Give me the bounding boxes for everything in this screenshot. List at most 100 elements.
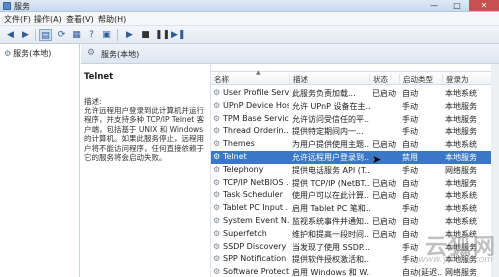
- gear-icon: ⚙: [4, 49, 12, 58]
- tree-node-services-local[interactable]: ⚙ 服务(本地): [4, 48, 51, 59]
- menu-action[interactable]: 操作(A): [34, 14, 62, 25]
- service-name-cell: System Event N...: [223, 216, 289, 225]
- gear-icon: ⚙: [213, 126, 221, 136]
- table-row[interactable]: ⚙ Task Scheduler 使用户可以在此计算... 已启动 自动 本地系统: [211, 189, 499, 202]
- title-bar: 服务 — □ ✕: [0, 0, 499, 12]
- minimize-button[interactable]: —: [423, 0, 445, 11]
- gear-icon: ⚙: [213, 164, 221, 174]
- close-button[interactable]: ✕: [469, 0, 499, 11]
- start-service-icon[interactable]: ▶: [123, 29, 136, 41]
- console-tree: ⚙ 服务(本地): [0, 44, 80, 277]
- gear-icon: ⚙: [213, 177, 221, 187]
- service-status-cell: 已启动: [372, 89, 396, 98]
- service-name-cell: UPnP Device Host: [223, 100, 289, 110]
- service-startup-cell: 自动: [402, 89, 418, 98]
- service-startup-cell: 手动: [402, 114, 418, 124]
- service-name-cell: Superfetch: [223, 228, 267, 238]
- service-startup-cell: 自动: [402, 178, 418, 188]
- service-name-cell: Thread Orderin...: [223, 126, 289, 136]
- service-name-cell: Software Protect...: [223, 267, 289, 277]
- gear-icon: ⚙: [213, 113, 221, 123]
- service-startup-cell: 自动: [402, 191, 418, 201]
- service-description-cell: 允许 UPnP 设备在主...: [292, 101, 370, 111]
- service-status-cell: 已启动: [372, 217, 396, 226]
- service-description-cell: 为用户提供使用主题...: [292, 140, 370, 150]
- table-row[interactable]: ⚙ UPnP Device Host 允许 UPnP 设备在主... 手动 本地服务: [211, 100, 499, 113]
- gear-icon: ⚙: [213, 203, 221, 213]
- services-app-icon: [3, 2, 11, 10]
- service-description-cell: 当发现了使用 SSDP...: [292, 242, 370, 252]
- table-row[interactable]: ⚙ Telephony 提供电话服务 API (T... 手动 网络服务: [211, 164, 499, 177]
- service-status-cell: 已启动: [372, 140, 396, 150]
- table-row[interactable]: ⚙ System Event N... 监视系统事件并通知... 已启动 自动 本地系统: [211, 215, 499, 228]
- column-header-status[interactable]: 状态: [369, 74, 399, 84]
- gear-icon: ⚙: [213, 100, 221, 110]
- service-name-cell: Telnet: [223, 152, 247, 161]
- service-description-cell: 提供 TCP/IP (NetBT...: [292, 178, 370, 188]
- pause-service-icon[interactable]: ❚❚: [155, 29, 170, 41]
- service-name-cell: Telephony: [223, 164, 264, 174]
- table-row[interactable]: ⚙ Telnet 允许远程用户登录到... 禁用 本地服务: [211, 151, 499, 164]
- menu-file[interactable]: 文件(F): [4, 14, 31, 25]
- service-name-cell: TCP/IP NetBIOS ...: [223, 177, 289, 187]
- stop-service-icon[interactable]: ■: [139, 29, 152, 41]
- refresh-icon[interactable]: ⟳: [55, 29, 68, 41]
- gear-icon: ⚙: [213, 267, 221, 277]
- help-icon[interactable]: ?: [85, 29, 98, 41]
- service-startup-cell: 手动: [402, 165, 418, 175]
- gear-icon: ⚙: [213, 190, 221, 200]
- list-header: 名称 ▲ 描述 状态 启动类型 登录为: [211, 69, 499, 85]
- toolbar-separator: [117, 29, 118, 41]
- table-row[interactable]: ⚙ Thread Orderin... 提供特定期间内一... 手动 本地服务: [211, 125, 499, 138]
- column-header-description[interactable]: 描述: [289, 74, 369, 84]
- menu-help[interactable]: 帮助(H): [98, 14, 126, 25]
- menu-bar: 文件(F) 操作(A) 查看(V) 帮助(H): [0, 12, 499, 26]
- service-startup-cell: 自动: [402, 140, 418, 150]
- gear-icon: ⚙: [213, 139, 221, 149]
- service-name-cell: Tablet PC Input ...: [223, 203, 289, 213]
- column-header-startup-type[interactable]: 启动类型: [399, 74, 442, 84]
- service-startup-cell: 手动: [402, 101, 418, 111]
- service-name-cell: TPM Base Servic...: [223, 113, 289, 123]
- service-name-cell: SPP Notification ...: [223, 254, 289, 264]
- selected-service-name: Telnet: [84, 72, 114, 82]
- properties-icon[interactable]: ▣: [100, 29, 113, 41]
- toolbar: ◀ ▶ ▤ ⟳ ▦ ? ▣ ▶ ■ ❚❚ ▶❚: [0, 26, 499, 44]
- service-description-cell: 提供软件授权激活和...: [292, 255, 370, 265]
- service-name-cell: User Profile Serv...: [223, 88, 289, 97]
- maximize-button[interactable]: □: [446, 0, 468, 11]
- gear-icon: ⚙: [213, 152, 221, 161]
- show-tree-icon[interactable]: ▤: [39, 29, 52, 41]
- service-startup-cell: 手动: [402, 127, 418, 137]
- table-row[interactable]: ⚙ User Profile Serv... 此服务负责加载... 已启动 自动 本地系统: [211, 87, 499, 100]
- description-text: 允许远程用户登录到此计算机并运行程序，并支持多种 TCP/IP Telnet 客…: [84, 106, 205, 163]
- menu-view[interactable]: 查看(V): [66, 14, 94, 25]
- export-list-icon[interactable]: ▦: [70, 29, 83, 41]
- back-arrow-icon[interactable]: ◀: [4, 29, 17, 41]
- restart-service-icon[interactable]: ▶❚: [171, 29, 185, 41]
- table-row[interactable]: ⚙ TCP/IP NetBIOS ... 提供 TCP/IP (NetBT... 已启…: [211, 177, 499, 190]
- table-row[interactable]: ⚙ Themes 为用户提供使用主题... 已启动 自动 本地系统: [211, 138, 499, 151]
- table-row[interactable]: ⚙TPM Base Servic...允许访问受信任的平...手动本地服务: [211, 113, 499, 126]
- service-description-cell: 监视系统事件并通知...: [292, 217, 370, 226]
- service-description-cell: 此服务负责加载...: [292, 89, 356, 98]
- column-header-name[interactable]: 名称: [211, 74, 289, 84]
- gear-icon: ⚙: [213, 254, 221, 264]
- service-description-cell: 启用 Windows 和 W...: [292, 268, 370, 277]
- service-description-cell: 提供电话服务 API (T...: [292, 165, 370, 175]
- table-row[interactable]: ⚙ Tablet PC Input ... 启用 Tablet PC 笔和... 手动…: [211, 202, 499, 215]
- service-status-cell: 已启动: [372, 191, 396, 201]
- service-status-cell: 已启动: [372, 178, 396, 188]
- service-description-cell: 启用 Tablet PC 笔和...: [292, 204, 370, 214]
- service-description-cell: 允许远程用户登录到...: [292, 153, 370, 162]
- tree-node-label: 服务(本地): [13, 49, 52, 58]
- service-name-cell: SSDP Discovery: [223, 241, 287, 251]
- service-startup-cell: 自动: [402, 217, 418, 226]
- service-description-cell: 维护和提高一段时间...: [292, 229, 370, 239]
- pane-title: 服务(本地): [101, 50, 140, 59]
- forward-arrow-icon[interactable]: ▶: [19, 29, 32, 41]
- service-startup-cell: 禁用: [402, 153, 418, 162]
- mouse-pointer-icon: ➤: [372, 153, 382, 166]
- gear-icon: ⚙: [213, 216, 221, 225]
- service-description-cell: 允许访问受信任的平...: [292, 114, 370, 124]
